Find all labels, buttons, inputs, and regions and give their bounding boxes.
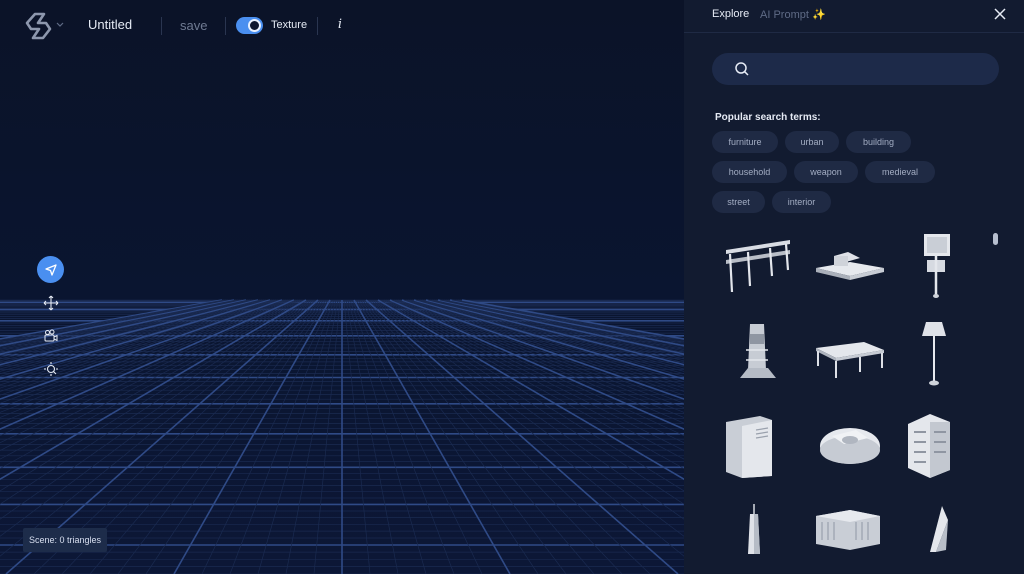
results-scrollbar[interactable] — [993, 233, 998, 245]
model-thumbnail-city-block[interactable] — [810, 500, 890, 570]
tab-ai-prompt[interactable]: AI Prompt ✨ — [760, 8, 826, 21]
app: Untitled save Texture i Scene: 0 triangl… — [0, 0, 1024, 574]
pointer-icon — [44, 263, 57, 276]
top-bar: Untitled save Texture i — [0, 0, 684, 52]
3d-viewport[interactable] — [0, 0, 684, 574]
camera-tool-button[interactable] — [37, 322, 64, 349]
save-button[interactable]: save — [180, 18, 207, 33]
model-thumbnail-floor-lamp[interactable] — [900, 320, 980, 390]
document-title[interactable]: Untitled — [88, 17, 132, 32]
explore-panel: Explore AI Prompt ✨ Popular search terms… — [684, 0, 1024, 574]
search-term-chip[interactable]: furniture — [712, 131, 778, 153]
move-icon — [43, 295, 58, 310]
chevron-down-icon[interactable] — [55, 21, 65, 29]
search-term-chip[interactable]: interior — [772, 191, 831, 213]
model-thumbnail-capsule[interactable] — [810, 410, 890, 480]
logo-icon[interactable] — [24, 11, 56, 41]
panel-header: Explore AI Prompt ✨ — [684, 0, 1024, 33]
model-thumbnail-crystal[interactable] — [900, 500, 980, 570]
info-button[interactable]: i — [335, 17, 345, 32]
divider — [161, 17, 162, 35]
floor-grid — [0, 299, 684, 574]
model-thumbnail-skyscraper[interactable] — [720, 500, 800, 570]
close-icon[interactable] — [992, 6, 1008, 22]
search-term-chip[interactable]: building — [846, 131, 911, 153]
texture-label: Texture — [271, 19, 308, 31]
search-term-chip[interactable]: medieval — [865, 161, 935, 183]
model-thumbnail-stage-platform[interactable] — [810, 320, 890, 390]
scene-stats: Scene: 0 triangles — [23, 528, 108, 552]
search-term-chip[interactable]: urban — [785, 131, 839, 153]
move-tool-button[interactable] — [37, 289, 64, 316]
toggle-knob — [248, 19, 261, 32]
zoom-tool-button[interactable] — [37, 355, 64, 382]
search-input[interactable] — [760, 53, 990, 85]
search-bar[interactable] — [712, 53, 999, 85]
model-thumbnail-signpost[interactable] — [900, 230, 980, 300]
search-term-chip[interactable]: weapon — [794, 161, 858, 183]
divider — [225, 17, 226, 35]
search-term-chip[interactable]: household — [712, 161, 787, 183]
tab-explore[interactable]: Explore — [712, 8, 749, 20]
model-thumbnail-townhouse[interactable] — [900, 410, 980, 480]
model-thumbnail-low-building[interactable] — [810, 230, 890, 300]
model-thumbnail-bench[interactable] — [720, 230, 800, 300]
popular-terms-heading: Popular search terms: — [715, 112, 821, 123]
model-results-grid — [712, 230, 982, 574]
search-icon — [735, 62, 749, 76]
divider — [317, 17, 318, 35]
model-thumbnail-tower-ornament[interactable] — [720, 320, 800, 390]
search-term-chip[interactable]: street — [712, 191, 765, 213]
video-camera-icon — [44, 329, 57, 341]
texture-toggle[interactable] — [236, 17, 263, 34]
select-tool-button[interactable] — [37, 256, 64, 283]
model-thumbnail-cabinet[interactable] — [720, 410, 800, 480]
zoom-icon — [43, 361, 58, 376]
